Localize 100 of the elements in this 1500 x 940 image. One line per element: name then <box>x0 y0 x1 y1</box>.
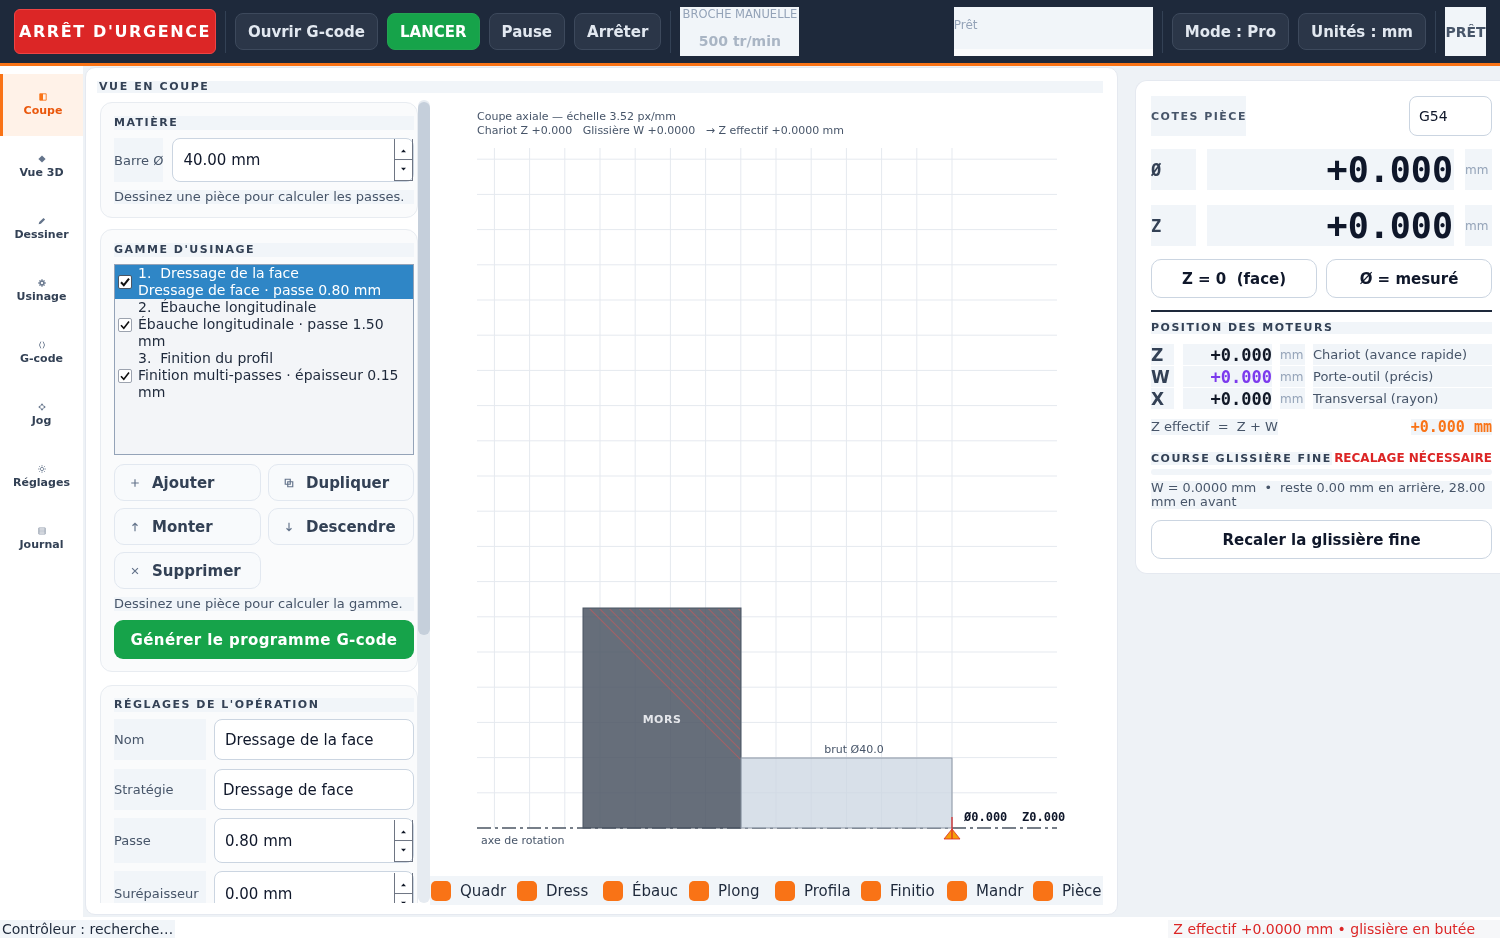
machine-state-badge: PRÊT <box>1445 7 1486 56</box>
motor-description: Chariot (avance rapide) <box>1313 344 1492 365</box>
field-label: Nom <box>114 719 206 760</box>
axis-label: Z <box>1151 205 1196 246</box>
formula-label: Z effectif = Z + W <box>1151 419 1278 435</box>
list-action-button[interactable]: Monter <box>114 508 261 545</box>
position-readout: Chariot Z +0.000 Glissière W +0.0000 → Z effectif +0.0000 mm <box>477 124 845 137</box>
motor-description: Transversal (rayon) <box>1313 388 1492 409</box>
axis-label: Ø <box>1151 149 1196 190</box>
legend-swatch-icon <box>775 880 795 901</box>
section-title: MATIÈRE <box>114 116 414 130</box>
gear-icon <box>37 279 46 287</box>
section-title: COTES PIÈCE <box>1151 96 1246 136</box>
pencil-icon <box>37 217 46 225</box>
checkbox[interactable] <box>118 368 132 383</box>
panel-title: VUE EN COUPE <box>97 81 1103 93</box>
unit-label: mm <box>1280 388 1305 409</box>
sidebar-tab[interactable]: Dessiner <box>0 198 83 260</box>
spindle-label: BROCHE MANUELLE <box>682 7 798 21</box>
move-arrows-icon <box>37 403 46 411</box>
field-label: Stratégie <box>114 769 206 810</box>
section-title: POSITION DES MOTEURS <box>1151 322 1492 334</box>
unit-label: mm <box>1465 149 1492 190</box>
plus-icon <box>130 477 140 488</box>
scrollbar-track[interactable] <box>418 100 430 903</box>
warning-label: RECALAGE NÉCESSAIRE <box>1334 451 1492 465</box>
legend-swatch-icon <box>1033 880 1053 901</box>
axis-label: Z <box>1151 344 1174 365</box>
stepper-icon[interactable] <box>394 139 413 181</box>
z-origin-label: Z0.000 <box>1022 810 1066 824</box>
hint-text: Dessinez une pièce pour calculer les passes. <box>114 190 414 204</box>
field-label: Surépaisseur <box>114 871 206 903</box>
motor-position-value: +0.000 <box>1183 344 1272 365</box>
sun-icon <box>37 465 46 473</box>
axis-label: axe de rotation <box>481 834 565 847</box>
list-action-button[interactable]: Ajouter <box>114 464 261 501</box>
section-title: COURSE GLISSIÈRE FINE <box>1151 451 1332 465</box>
sidebar-tab[interactable]: G-code <box>0 322 83 384</box>
field-label: Barre Ø <box>114 138 164 182</box>
motor-position-value: +0.000 <box>1183 366 1272 387</box>
dimension-readout: +0.000 <box>1207 205 1454 246</box>
hint-text: Dessinez une pièce pour calculer la gamme. <box>114 597 414 611</box>
legend-label: Profila <box>804 881 851 900</box>
section-title: RÉGLAGES DE L'OPÉRATION <box>114 698 414 712</box>
jaw-label: MORS <box>642 713 682 726</box>
operation-list-item[interactable]: 2. Ébauche longitudinale Ébauche longitudinale · passe 1.50 mm <box>115 299 413 350</box>
sidebar-tab[interactable]: Jog <box>0 384 83 446</box>
toolbar-button[interactable]: Unités : mm <box>1298 13 1426 50</box>
effective-z-value: +0.000 mm <box>1410 419 1492 435</box>
dimension-readout: +0.000 <box>1207 149 1454 190</box>
legend-label: Finitio <box>890 881 935 900</box>
checkbox[interactable] <box>118 317 132 332</box>
operation-list-item[interactable]: 3. Finition du profil Finition multi-passes · épaisseur 0.15 mm <box>115 350 413 401</box>
toolbar-button[interactable]: Mode : Pro <box>1171 13 1289 50</box>
close-icon <box>130 565 140 576</box>
dropdown-field[interactable]: Dressage de face <box>214 769 414 810</box>
axis-label: W <box>1151 366 1174 387</box>
sidebar-tab[interactable]: Usinage <box>0 260 83 322</box>
list-action-button[interactable]: Dupliquer <box>268 464 414 501</box>
scrollbar-thumb[interactable] <box>418 102 430 635</box>
arrow-down-icon <box>284 521 294 532</box>
sidebar-tab[interactable]: Vue 3D <box>0 136 83 198</box>
number-field[interactable]: 40.00 mm <box>172 138 414 182</box>
axis-label: X <box>1151 388 1174 409</box>
legend-swatch-icon <box>517 880 537 901</box>
diameter-origin-label: Ø0.000 <box>964 810 1008 824</box>
text-field[interactable]: Dressage de la face <box>214 719 414 760</box>
field-label: Passe <box>114 818 206 863</box>
recalibrate-button[interactable]: Recaler la glissière fine <box>1151 520 1492 559</box>
legend-label: Plong <box>718 881 760 900</box>
slide-travel-info: W = 0.0000 mm • reste 0.00 mm en arrière, 28.00 mm en avant <box>1151 481 1492 509</box>
controller-status: Contrôleur : recherche… <box>0 919 176 938</box>
unit-label: mm <box>1280 344 1305 365</box>
sidebar-tab[interactable]: Journal <box>0 508 83 570</box>
legend-swatch-icon <box>947 880 967 901</box>
motor-position-value: +0.000 <box>1183 388 1272 409</box>
position-status: Z effectif +0.0000 mm • glissière en butée <box>1168 919 1500 938</box>
list-action-button[interactable]: Supprimer <box>114 552 261 589</box>
origin-marker-icon <box>943 816 961 840</box>
stepper-icon[interactable] <box>394 872 413 903</box>
number-field[interactable]: 0.80 mm <box>214 818 414 863</box>
legend-label: Dress <box>546 881 589 900</box>
toolbar-button[interactable]: Pause <box>488 13 566 50</box>
set-reference-button[interactable]: Z = 0 (face) <box>1151 259 1317 298</box>
legend-swatch-icon <box>431 880 451 901</box>
emergency-stop-button[interactable]: ARRÊT D'URGENCE <box>14 9 216 54</box>
legend-swatch-icon <box>689 880 709 901</box>
sidebar-tab[interactable]: Réglages <box>0 446 83 508</box>
legend-label: Ébauc <box>632 881 678 900</box>
set-reference-button[interactable]: Ø = mesuré <box>1326 259 1492 298</box>
toolbar-button[interactable]: Arrêter <box>574 13 662 50</box>
work-offset-field[interactable]: G54 <box>1409 96 1492 136</box>
stepper-icon[interactable] <box>394 819 413 862</box>
operation-list-item[interactable]: 1. Dressage de la face Dressage de face · passe 0.80 mm <box>115 265 413 299</box>
number-field[interactable]: 0.00 mm <box>214 871 414 903</box>
checkbox[interactable] <box>118 275 132 289</box>
section-title: GAMME D'USINAGE <box>114 243 414 257</box>
toolbar-button[interactable]: Ouvrir G-code <box>235 13 378 50</box>
list-action-button[interactable]: Descendre <box>268 508 414 545</box>
copy-icon <box>284 477 294 488</box>
